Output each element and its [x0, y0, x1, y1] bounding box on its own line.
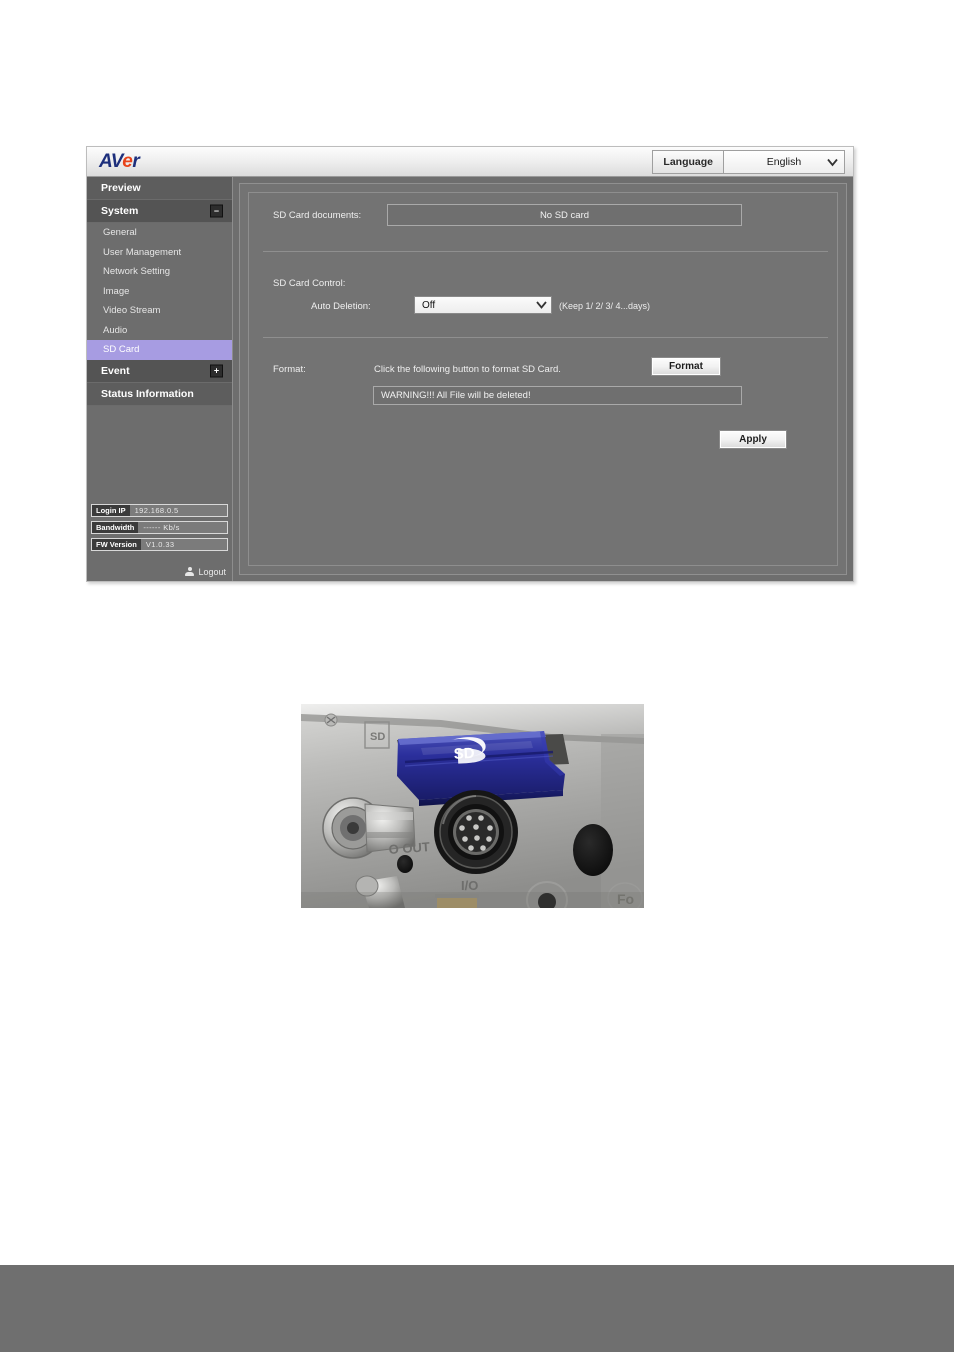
sidebar-item-preview[interactable]: Preview [87, 177, 232, 200]
format-label: Format: [273, 364, 306, 375]
sidebar-label-audio: Audio [103, 324, 128, 336]
status-row-fw-version: FW Version V1.0.33 [91, 538, 228, 551]
logout-button[interactable]: Logout [185, 567, 226, 577]
sidebar-item-status-information[interactable]: Status Information [87, 382, 232, 406]
collapse-minus-icon[interactable]: – [210, 204, 223, 218]
format-warning-field: WARNING!!! All File will be deleted! [373, 386, 742, 405]
logo-av-text: AV [99, 151, 123, 172]
status-value-fw-version: V1.0.33 [145, 540, 175, 549]
sd-card-insertion-photo: SD SD O OUT I/O Fo [301, 704, 644, 908]
aver-logo: AVer [99, 151, 140, 172]
language-select[interactable]: English [724, 151, 844, 173]
format-instruction: Click the following button to format SD … [374, 364, 561, 375]
io-din-connector [434, 790, 518, 874]
sidebar-label-image: Image [103, 285, 130, 297]
content-area: SD Card documents: No SD card SD Card Co… [239, 183, 847, 575]
sidebar-item-audio[interactable]: Audio [87, 321, 232, 341]
divider-2 [263, 337, 828, 338]
photo-illustration: SD SD O OUT I/O Fo [301, 704, 644, 908]
ui-header-bar: AVer Language English [87, 147, 853, 177]
sidebar-label-status-information: Status Information [101, 387, 194, 400]
sidebar-item-network-setting[interactable]: Network Setting [87, 262, 232, 282]
status-key-fw-version: FW Version [92, 539, 141, 550]
sd-card-documents-value: No SD card [539, 209, 590, 221]
chevron-down-icon [534, 298, 548, 312]
sidebar-item-video-stream[interactable]: Video Stream [87, 301, 232, 321]
page-root: AVer Language English Preview System – G… [0, 0, 954, 1352]
apply-button[interactable]: Apply [719, 430, 787, 449]
status-value-login-ip: 192.168.0.5 [134, 506, 179, 515]
auto-deletion-value: Off [422, 299, 436, 311]
language-selected-value: English [766, 156, 802, 168]
divider-1 [263, 251, 828, 252]
sidebar-label-network-setting: Network Setting [103, 266, 171, 278]
auto-deletion-select[interactable]: Off [414, 296, 552, 314]
language-selector-group: Language English [652, 150, 845, 174]
content-panel: SD Card documents: No SD card SD Card Co… [248, 192, 838, 566]
logout-label: Logout [198, 567, 226, 577]
video-out-etched-label: O OUT [388, 839, 430, 857]
sidebar-item-user-management[interactable]: User Management [87, 243, 232, 263]
sd-card-documents-label: SD Card documents: [273, 210, 362, 221]
auto-deletion-hint: (Keep 1/ 2/ 3/ 4...days) [559, 301, 651, 311]
chevron-down-icon [825, 155, 840, 170]
status-key-login-ip: Login IP [92, 505, 130, 516]
sidebar-item-event[interactable]: Event + [87, 359, 232, 383]
format-button[interactable]: Format [651, 357, 721, 376]
footer-bar [0, 1265, 954, 1352]
sd-card-documents-field: No SD card [387, 204, 742, 226]
expand-plus-icon[interactable]: + [210, 364, 223, 377]
io-etched-label: I/O [461, 878, 478, 893]
auto-deletion-label: Auto Deletion: [311, 301, 371, 312]
sidebar-label-general: General [103, 227, 137, 239]
sidebar-label-sd-card: SD Card [103, 344, 140, 356]
sidebar: Preview System – General User Management… [87, 177, 233, 581]
sidebar-label-system: System [101, 205, 139, 217]
status-key-bandwidth: Bandwidth [92, 522, 139, 533]
sidebar-nav: Preview System – General User Management… [87, 177, 232, 406]
sidebar-label-video-stream: Video Stream [103, 305, 161, 317]
sidebar-label-event: Event [101, 364, 130, 377]
sidebar-item-sd-card[interactable]: SD Card [87, 340, 232, 360]
sidebar-subitems: General User Management Network Setting … [87, 223, 232, 360]
status-row-bandwidth: Bandwidth ------ Kb/s [91, 521, 228, 534]
device-web-ui-panel: AVer Language English Preview System – G… [86, 146, 854, 582]
logo-r-text: r [132, 151, 140, 172]
sd-slot-etched-label: SD [370, 731, 385, 743]
person-icon [185, 567, 195, 577]
sidebar-item-system[interactable]: System – [87, 200, 232, 223]
sidebar-label-user-management: User Management [103, 246, 182, 258]
sidebar-item-image[interactable]: Image [87, 282, 232, 302]
logo-e-text: e [122, 151, 133, 172]
format-warning-text: WARNING!!! All File will be deleted! [381, 390, 531, 401]
sidebar-status-block: Login IP 192.168.0.5 Bandwidth ------ Kb… [91, 504, 228, 555]
sidebar-item-general[interactable]: General [87, 223, 232, 243]
sidebar-label-preview: Preview [101, 182, 141, 194]
status-value-bandwidth: ------ Kb/s [143, 523, 180, 532]
sd-card-control-label: SD Card Control: [273, 278, 346, 289]
language-label: Language [653, 151, 724, 173]
status-row-login-ip: Login IP 192.168.0.5 [91, 504, 228, 517]
